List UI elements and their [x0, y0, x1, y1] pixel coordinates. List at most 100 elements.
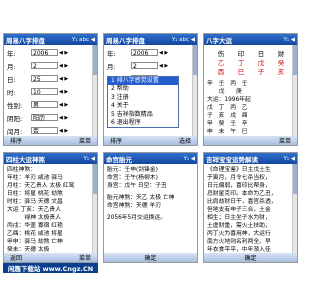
arrow-icon[interactable]: ◀ ▶	[59, 89, 68, 95]
text-line: 四柱神煞：	[7, 167, 36, 173]
text-line: 丙戌：华盖 寡宿 红艳	[7, 223, 63, 229]
title-bar: 周易八字排盘 Y₁ abc ◀	[104, 34, 197, 45]
menu-item[interactable]: 6 退出程序	[108, 119, 178, 127]
text-line: 命宫：壬午(杨柳木)	[107, 175, 158, 181]
form-row: 阴阳: 阳历 ◀ ▶	[7, 113, 95, 123]
screen-bazi-chart: 八字大运 Y₁ ◀ 伤印日财乙丁戊癸酉巳子亥 辛 壬 丙 壬 戊 庚大运：199…	[203, 33, 298, 146]
signal-icon: Y₁ ◀	[283, 36, 295, 43]
form-row: 时: 10 ◀ ▶	[7, 87, 95, 97]
title-bar: 吉祥宝宝运势解读 Y₁ ◀	[204, 153, 297, 164]
text-line: 南方火地则名利两全。早	[207, 239, 271, 245]
text-line: 日元偏弱，喜印比帮身，	[207, 183, 271, 189]
app-title: 命宫胎元	[106, 155, 132, 164]
arrow-icon[interactable]: ◀ ▶	[59, 128, 68, 134]
text-line: 忌财星克印。本命为乙丑，	[207, 191, 277, 197]
field-label: 月:	[7, 62, 16, 71]
text-line: 于寅月，月令七杀当权，	[207, 175, 271, 181]
softkey-bar: 排序 选择	[104, 136, 197, 145]
softkey-right[interactable]: 菜单	[79, 136, 91, 145]
chart-branches-cell: 酉	[217, 68, 225, 76]
field-value[interactable]: 阳历	[31, 114, 58, 122]
chart-branches-cell: 亥	[277, 68, 285, 76]
menu-item[interactable]: 5 吉祥指数精品	[108, 111, 178, 119]
screen-destiny: 命宫胎元 Y₁ ◀ 胎元：壬申(剑锋金) 命宫：壬午(杨柳木) 身宫：戊午 日空：子…	[103, 152, 198, 263]
chart-branches-cell: 巳	[237, 68, 245, 76]
text-line: 子 亥 戌 酉	[207, 113, 248, 119]
text-line: 申 未 午 巳	[207, 129, 248, 135]
field-value[interactable]: 2	[31, 62, 58, 70]
form-row: 年: 2006 ◀ ▶	[107, 48, 195, 58]
text-line: 时柱：驿马 天德 文昌	[7, 199, 63, 205]
field-value[interactable]: 2	[131, 62, 158, 70]
scrollbar[interactable]	[92, 164, 97, 253]
form-row: 闰月: 否 ◀ ▶	[7, 126, 95, 136]
arrow-icon[interactable]: ◀ ▶	[159, 50, 168, 56]
text-line: 比肩劫财日干，喜官杀透，	[207, 199, 277, 205]
field-value[interactable]: 否	[31, 127, 58, 135]
text-line: 辛 壬 丙 壬	[207, 81, 248, 87]
signal-icon: Y₁ abc ◀	[171, 36, 195, 43]
field-label: 日:	[7, 75, 16, 84]
app-title: 八字大运	[206, 36, 232, 45]
title-bar: 八字大运 Y₁ ◀	[204, 34, 297, 45]
softkey-ok[interactable]: 确定	[244, 253, 256, 262]
field-value[interactable]: 男	[31, 101, 58, 109]
scrollbar[interactable]	[292, 45, 297, 136]
softkey-left[interactable]: 排序	[10, 136, 22, 145]
signal-icon: Y₁ ◀	[283, 155, 295, 162]
destiny-text: 胎元：壬申(剑锋金) 命宫：壬午(杨柳木) 身宫：戊午 日空：子丑胎元神煞：天乙 太…	[107, 166, 191, 222]
menu-item[interactable]: 2 帮助	[108, 85, 178, 93]
field-value[interactable]: 2006	[31, 49, 58, 57]
softkey-bar: 确定	[204, 253, 297, 262]
title-bar: 周易八字排盘 Y₁ abc ◀	[4, 34, 97, 45]
text-line: 禄神 太极贵人	[7, 215, 62, 221]
text-line: 大运：1996年起	[207, 97, 251, 103]
softkey-ok[interactable]: 确定	[144, 253, 156, 262]
dayun-text: 四柱神煞： 年柱：羊刃 咸池 驿马 月柱：天乙贵人 太极 红鸾 日柱：将星 桃花 劫煞…	[7, 166, 91, 262]
app-title: 周易八字排盘	[6, 36, 45, 45]
title-bar: 命宫胎元 Y₁ ◀	[104, 153, 197, 164]
arrow-icon[interactable]: ◀ ▶	[59, 50, 68, 56]
title-bar: 四柱大运神煞 Y₁ ◀	[4, 153, 97, 164]
arrow-icon[interactable]: ◀ ▶	[59, 102, 68, 108]
softkey-right[interactable]: 菜单	[79, 253, 91, 262]
field-label: 月:	[107, 62, 116, 71]
arrow-icon[interactable]: ◀ ▶	[59, 76, 68, 82]
text-line: 2056年5月交运换运。	[107, 215, 167, 221]
field-value[interactable]: 2006	[131, 49, 158, 57]
signal-icon: Y₁ ◀	[183, 155, 195, 162]
app-title: 周易八字排盘	[106, 36, 145, 45]
text-line: 月柱：天乙贵人 太极 红鸾	[7, 183, 75, 189]
field-value[interactable]: 25	[31, 75, 58, 83]
text-line: 丙丁火为喜用神，大运行	[207, 231, 271, 237]
text-line: 甲 癸 壬 辛	[207, 121, 248, 127]
field-label: 年:	[7, 49, 16, 58]
screen-dayun: 四柱大运神煞 Y₁ ◀ 四柱神煞： 年柱：羊刃 咸池 驿马 月柱：天乙贵人 太极 红…	[3, 152, 98, 263]
options-menu: 1 排八字感觉设置 2 帮助 3 注册 4 关于 5 吉祥指数精品 6 退出程序	[107, 76, 179, 129]
field-value[interactable]: 10	[31, 88, 58, 96]
text-line: 身宫：戊午 日空：子丑	[107, 183, 167, 189]
text-line: 相生；日主坐子水为财，	[207, 215, 271, 221]
form-row: 性别: 男 ◀ ▶	[7, 100, 95, 110]
screen-menu: 周易八字排盘 Y₁ abc ◀ 年:2006◀ ▶月:2◀ ▶日:25◀ ▶ 1…	[103, 33, 198, 146]
field-label: 性别:	[7, 101, 23, 110]
form-row: 日: 25◀ ▶	[7, 74, 95, 84]
text-line: 胎元：壬申(剑锋金)	[107, 167, 158, 173]
softkey-left[interactable]: 排序	[110, 136, 122, 145]
app-title: 四柱大运神煞	[6, 155, 45, 164]
scrollbar[interactable]	[92, 45, 97, 136]
menu-item[interactable]: 4 关于	[108, 102, 178, 110]
text-line: 戊 丁 丙 乙	[207, 105, 248, 111]
softkey-right[interactable]: 选择	[179, 136, 191, 145]
arrow-icon[interactable]: ◀ ▶	[159, 63, 168, 69]
chart-branches-cell: 子	[257, 68, 265, 76]
field-label: 闰月:	[7, 127, 23, 136]
softkey-right[interactable]: 菜单	[279, 136, 291, 145]
scrollbar[interactable]	[292, 164, 297, 253]
scrollbar[interactable]	[192, 45, 197, 136]
arrow-icon[interactable]: ◀ ▶	[59, 63, 68, 69]
softkey-left[interactable]: 返回	[10, 253, 22, 262]
arrow-icon[interactable]: ◀ ▶	[59, 115, 68, 121]
text-line: 胎元神煞：天乙 太极 亡神	[107, 195, 175, 201]
menu-item[interactable]: 3 注册	[108, 94, 178, 102]
